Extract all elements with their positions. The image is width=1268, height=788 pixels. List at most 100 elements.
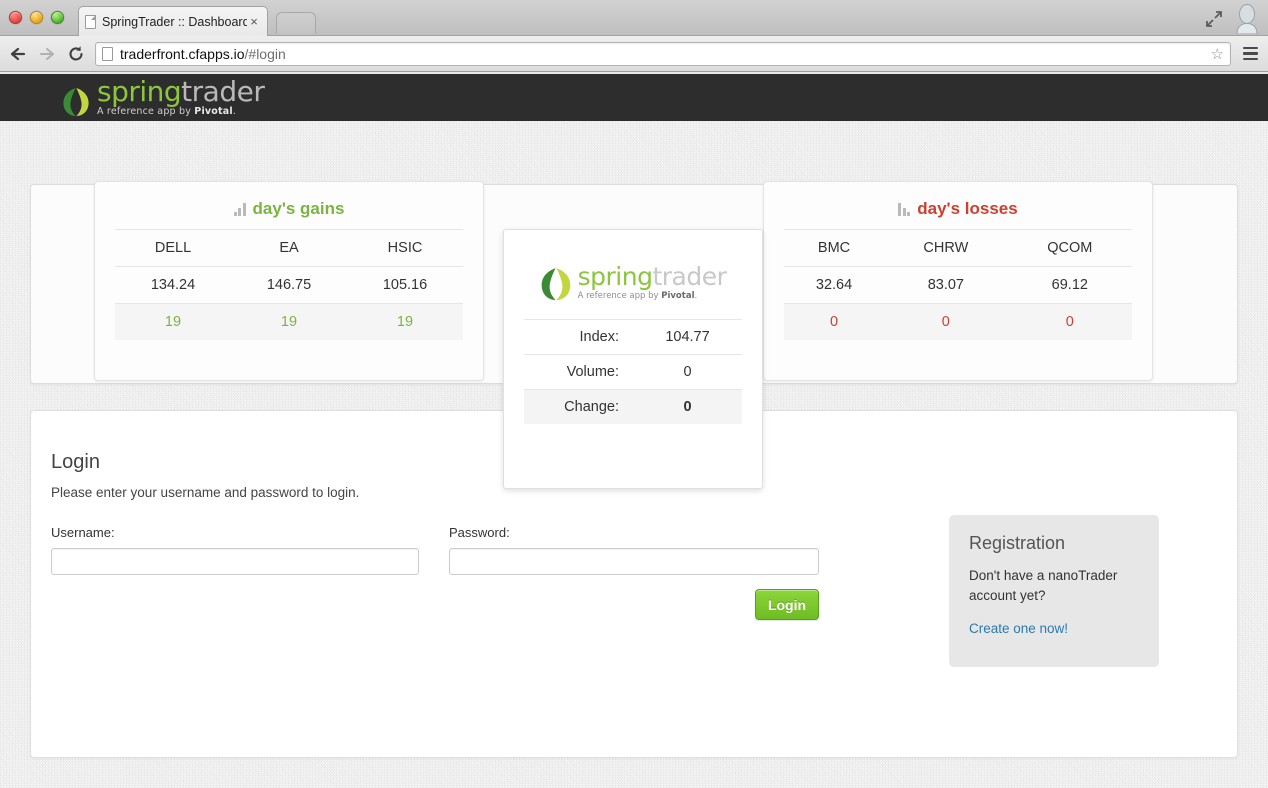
logo-tagline: A reference app by Pivotal.: [97, 107, 264, 117]
registration-heading: Registration: [969, 533, 1066, 553]
table-row-changes: 0 0 0: [784, 303, 1132, 340]
days-gains-title: day's gains: [95, 182, 483, 229]
tab-title: SpringTrader :: Dashboard: [102, 14, 247, 29]
new-tab-button[interactable]: [276, 12, 316, 34]
leaf-logo-icon: [541, 268, 570, 300]
days-losses-title: day's losses: [764, 182, 1152, 229]
gain-price-2: 105.16: [347, 266, 463, 304]
market-volume-label: Volume:: [524, 354, 633, 390]
loss-symbol-1: CHRW: [884, 229, 1008, 267]
bookmark-star-icon[interactable]: ☆: [1211, 45, 1224, 63]
market-tagline-brand: Pivotal: [661, 291, 695, 301]
loss-change-1: 0: [884, 303, 1008, 340]
site-header: springtrader A reference app by Pivotal.: [0, 74, 1268, 121]
gain-symbol-2: HSIC: [347, 229, 463, 267]
logo-tagline-brand: Pivotal: [194, 106, 233, 118]
table-row-symbols: BMC CHRW QCOM: [784, 229, 1132, 267]
browser-tab-strip: SpringTrader :: Dashboard ×: [0, 0, 1268, 36]
loss-price-1: 83.07: [884, 266, 1008, 304]
gain-change-2: 19: [347, 303, 463, 340]
username-label: Username:: [51, 525, 115, 540]
gain-change-0: 19: [115, 303, 231, 340]
market-tagline-suffix: .: [694, 291, 698, 301]
market-logo-wordmark: springtrader A reference app by Pivotal.: [578, 264, 727, 301]
web-page: springtrader A reference app by Pivotal.…: [0, 74, 1268, 788]
login-button[interactable]: Login: [755, 589, 819, 620]
logo-word-trader: trader: [181, 75, 265, 109]
page-favicon-icon: [85, 14, 96, 29]
browser-window: SpringTrader :: Dashboard × traderfront.…: [0, 0, 1268, 788]
springtrader-logo[interactable]: springtrader A reference app by Pivotal.: [62, 75, 265, 117]
username-input[interactable]: [51, 548, 419, 575]
url-path: /#login: [244, 45, 286, 62]
browser-toolbar: traderfront.cfapps.io/#login ☆: [0, 36, 1268, 72]
loss-change-0: 0: [784, 303, 885, 340]
market-summary-card: springtrader A reference app by Pivotal.…: [503, 229, 763, 489]
registration-text: Don't have a nanoTrader account yet?: [969, 568, 1118, 603]
password-label: Password:: [449, 525, 510, 540]
minimize-window-button[interactable]: [30, 11, 43, 24]
days-losses-label: day's losses: [917, 199, 1018, 218]
market-change-value: 0: [633, 389, 742, 424]
market-logo-tagline: A reference app by Pivotal.: [578, 291, 727, 301]
market-summary-logo: springtrader A reference app by Pivotal.: [504, 230, 762, 319]
logo-tagline-prefix: A reference app by: [97, 106, 195, 118]
close-window-button[interactable]: [9, 11, 22, 24]
gain-symbol-0: DELL: [115, 229, 231, 267]
browser-tab[interactable]: SpringTrader :: Dashboard ×: [78, 6, 268, 36]
loss-price-2: 69.12: [1007, 266, 1132, 304]
gain-symbol-1: EA: [231, 229, 347, 267]
hamburger-menu-icon[interactable]: [1240, 46, 1260, 61]
maximize-window-button[interactable]: [51, 11, 64, 24]
loss-price-0: 32.64: [784, 266, 885, 304]
logo-wordmark: springtrader A reference app by Pivotal.: [97, 75, 265, 117]
loss-symbol-2: QCOM: [1007, 229, 1132, 267]
registration-box: Registration Don't have a nanoTrader acc…: [949, 515, 1159, 667]
logo-word-spring: spring: [97, 75, 182, 109]
market-index-label: Index:: [524, 319, 633, 355]
avatar[interactable]: [1234, 4, 1260, 34]
market-logo-word-trader: trader: [652, 262, 727, 291]
market-row-volume: Volume: 0: [524, 354, 742, 390]
page-title: Login: [51, 451, 100, 473]
window-controls-right: [1204, 4, 1260, 34]
days-gains-label: day's gains: [252, 199, 345, 218]
days-losses-table: BMC CHRW QCOM 32.64 83.07 69.12 0 0 0: [784, 229, 1132, 340]
table-row-changes: 19 19 19: [115, 303, 463, 340]
table-row-symbols: DELL EA HSIC: [115, 229, 463, 267]
forward-arrow-icon[interactable]: [37, 44, 57, 64]
market-index-value: 104.77: [633, 319, 742, 355]
bar-chart-ascending-icon: [233, 202, 246, 216]
fullscreen-icon[interactable]: [1204, 9, 1224, 29]
leaf-logo-icon: [63, 87, 89, 116]
market-summary-table: Index: 104.77 Volume: 0 Change: 0: [524, 319, 742, 424]
table-row-prices: 32.64 83.07 69.12: [784, 266, 1132, 304]
url-host: traderfront.cfapps.io: [120, 45, 245, 62]
reload-icon[interactable]: [66, 44, 86, 64]
back-arrow-icon[interactable]: [8, 44, 28, 64]
gain-price-1: 146.75: [231, 266, 347, 304]
create-account-link[interactable]: Create one now!: [969, 621, 1068, 636]
days-gains-card: day's gains DELL EA HSIC 134.24 146.75 1…: [94, 181, 484, 381]
market-row-change: Change: 0: [524, 389, 742, 424]
bar-chart-descending-icon: [898, 202, 911, 216]
market-row-index: Index: 104.77: [524, 319, 742, 355]
logo-tagline-suffix: .: [232, 106, 237, 118]
loss-change-2: 0: [1007, 303, 1132, 340]
page-info-icon: [102, 46, 113, 61]
table-row-prices: 134.24 146.75 105.16: [115, 266, 463, 304]
login-description: Please enter your username and password …: [51, 485, 360, 500]
market-change-label: Change:: [524, 389, 633, 424]
days-gains-table: DELL EA HSIC 134.24 146.75 105.16 19 19 …: [115, 229, 463, 340]
market-tagline-prefix: A reference app by: [577, 291, 662, 301]
close-tab-icon[interactable]: ×: [247, 15, 261, 28]
loss-symbol-0: BMC: [784, 229, 885, 267]
window-traffic-lights: [9, 11, 64, 24]
gain-price-0: 134.24: [115, 266, 231, 304]
address-bar[interactable]: traderfront.cfapps.io/#login ☆: [95, 41, 1231, 66]
market-volume-value: 0: [633, 354, 742, 390]
market-logo-word-spring: spring: [577, 262, 653, 291]
days-losses-card: day's losses BMC CHRW QCOM 32.64 83.07 6…: [763, 181, 1153, 381]
gain-change-1: 19: [231, 303, 347, 340]
password-input[interactable]: [449, 548, 819, 575]
